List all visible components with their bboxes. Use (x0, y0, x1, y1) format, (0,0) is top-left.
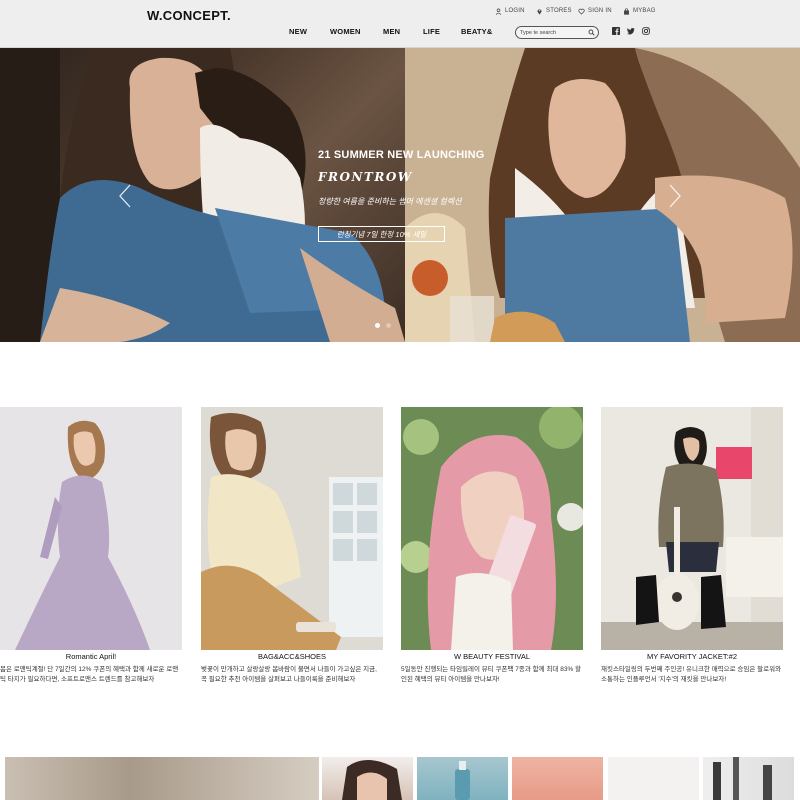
bottom-banner-image[interactable] (703, 757, 794, 800)
promo-card-description: 벚꽃이 만개하고 살랑살랑 봄바람이 불면서 나들이 가고싶은 지금, 꼭 필요… (201, 666, 377, 683)
promo-card-description: 봄은 로맨틱계절! 단 7일간의 12% 쿠폰의 혜택과 함께 새로운 로맨틱 … (0, 666, 179, 683)
promo-card-title: W BEAUTY FESTIVAL (454, 652, 530, 661)
user-icon (495, 7, 502, 15)
nav-life[interactable]: LIFE (423, 27, 440, 36)
hero-subtitle: 청량한 여름을 준비하는 썸머 에센셜 컬렉션 (318, 197, 462, 206)
bottom-banner-image[interactable] (322, 757, 413, 800)
site-logo[interactable]: W.CONCEPT. (147, 8, 231, 23)
heart-icon (578, 8, 585, 15)
hero-prev-arrow-icon[interactable] (118, 184, 132, 208)
cosmetic-bottles-illustration (713, 757, 772, 800)
slide-dot[interactable] (386, 323, 391, 328)
location-pin-icon (537, 8, 542, 15)
signin-link[interactable]: SIGN IN (578, 6, 612, 16)
serum-bottle-illustration (455, 761, 470, 800)
page: W.CONCEPT. LOGIN STORES SIGN IN MYBAG NE… (0, 0, 800, 800)
hero-brand: FRONTROW (318, 170, 413, 184)
promo-card-title: BAG&ACC&SHOES (258, 652, 326, 661)
search-input[interactable] (520, 28, 586, 37)
login-label: LOGIN (505, 8, 525, 14)
nav-women[interactable]: WOMEN (330, 27, 361, 36)
promo-card-image (601, 407, 783, 650)
promo-card-image (201, 407, 383, 650)
model-face-illustration (342, 759, 402, 800)
nav-new[interactable]: NEW (289, 27, 307, 36)
hero-image-right (405, 48, 800, 342)
hero-title: 21 SUMMER NEW LAUNCHING (318, 149, 485, 161)
login-link[interactable]: LOGIN (495, 6, 525, 16)
facebook-icon[interactable] (612, 27, 620, 35)
search-icon[interactable] (588, 29, 595, 36)
promo-card-title: MY FAVORITY JACKET:#2 (646, 652, 738, 661)
hero-model-left-illustration (0, 48, 405, 342)
promo-card[interactable]: BAG&ACC&SHOES 벚꽃이 만개하고 살랑살랑 봄바람이 불면서 나들이… (201, 407, 383, 683)
hero-model-right-illustration (405, 48, 800, 342)
hero-next-arrow-icon[interactable] (668, 184, 682, 208)
search-box (515, 26, 599, 39)
hero-cta-button[interactable]: 런칭기념 7일 한정 10% 세일 (318, 226, 445, 242)
mybag-label: MYBAG (633, 8, 656, 14)
promo-card[interactable]: W BEAUTY FESTIVAL 5일동안 진행되는 타임릴레이 뷰티 쿠폰팩… (401, 407, 583, 683)
promo-card-description: 5일동안 진행되는 타임릴레이 뷰티 쿠폰팩 7종과 함께 최대 83% 할인된… (401, 666, 582, 683)
promo-card-description: 재킷스타일링의 두번째 주인공! 유니크한 매력으로 승임은 팔로워와 소통하는… (601, 666, 782, 683)
nav-men[interactable]: MEN (383, 27, 400, 36)
bottom-banner-image[interactable] (417, 757, 508, 800)
stores-link[interactable]: STORES (536, 6, 572, 16)
nav-beauty[interactable]: BEATY& (461, 27, 492, 36)
slide-dot-active[interactable] (375, 323, 380, 328)
instagram-icon[interactable] (642, 27, 650, 35)
stores-label: STORES (546, 8, 572, 14)
model-chair-illustration (201, 407, 383, 650)
promo-card-title: Romantic April! (65, 652, 117, 661)
site-header: W.CONCEPT. LOGIN STORES SIGN IN MYBAG NE… (0, 0, 800, 48)
model-jacket-guitar-illustration (601, 407, 783, 650)
hero-banner[interactable]: 21 SUMMER NEW LAUNCHING FRONTROW 청량한 여름을… (0, 48, 800, 342)
promo-card[interactable]: MY FAVORITY JACKET:#2 재킷스타일링의 두번째 주인공! 유… (601, 407, 783, 683)
bag-icon (624, 7, 629, 15)
signin-label: SIGN IN (588, 8, 612, 14)
hero-image-left (0, 48, 405, 342)
promo-card-image (0, 407, 182, 650)
twitter-icon[interactable] (627, 27, 635, 35)
bottom-banner-image[interactable] (5, 757, 319, 800)
mybag-link[interactable]: MYBAG (623, 6, 656, 16)
promo-card-image (401, 407, 583, 650)
bottom-banner-image[interactable] (608, 757, 699, 800)
promo-card[interactable]: Romantic April! 봄은 로맨틱계절! 단 7일간의 12% 쿠폰의… (0, 407, 182, 683)
bottom-banner-image[interactable] (512, 757, 603, 800)
model-lavender-dress-illustration (0, 407, 182, 650)
model-pink-hair-illustration (401, 407, 583, 650)
